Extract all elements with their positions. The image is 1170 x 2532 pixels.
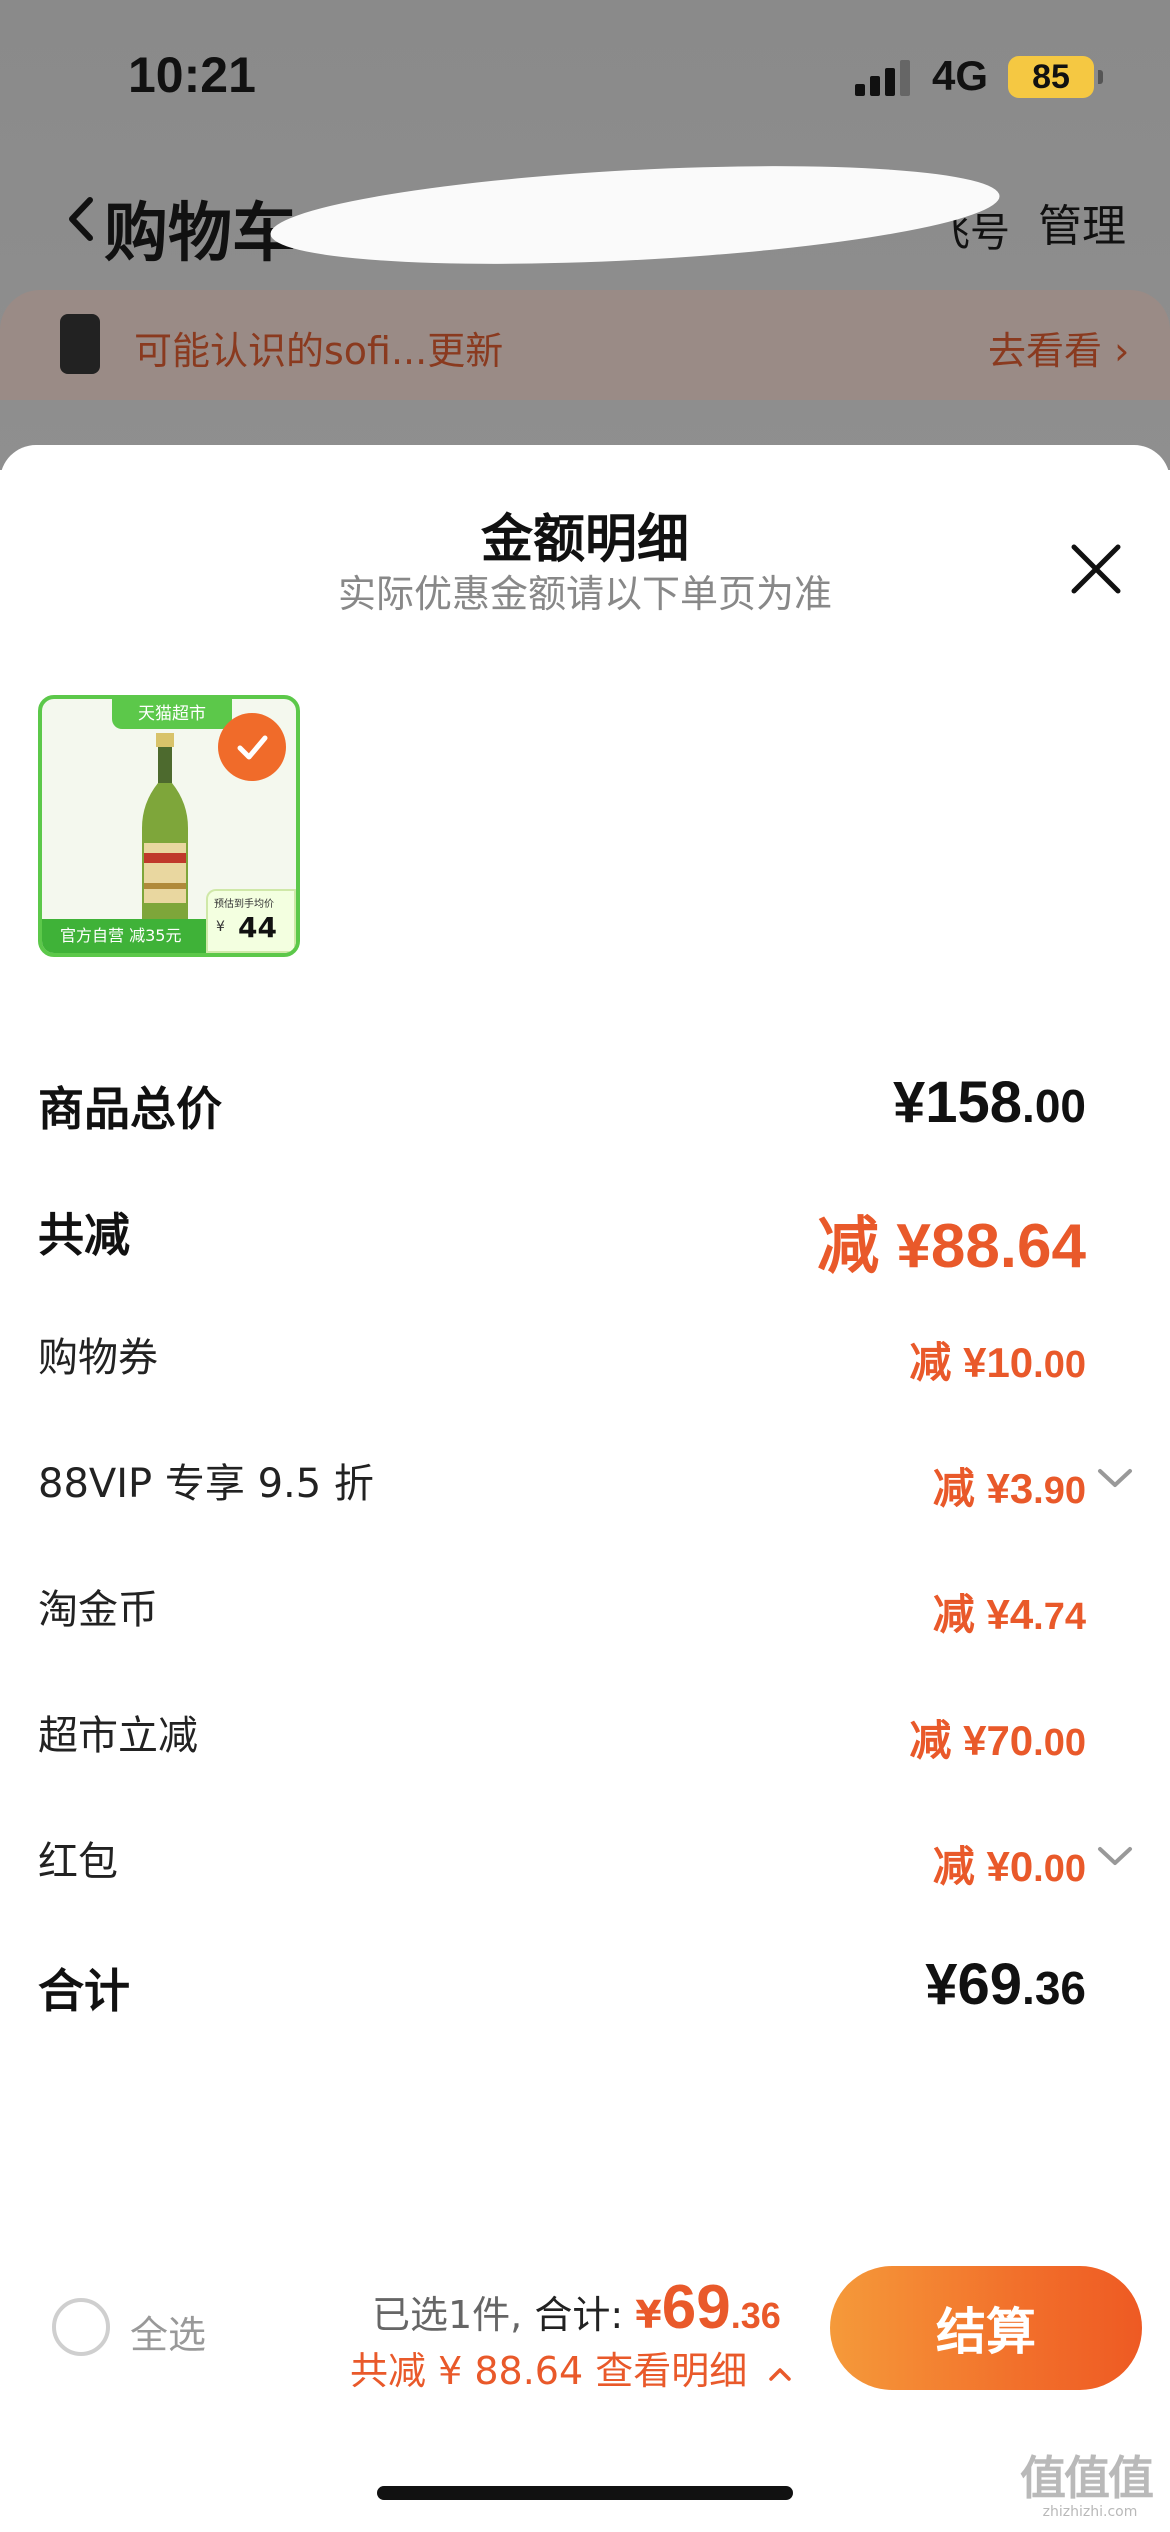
checkout-button[interactable]: 结算: [830, 2266, 1142, 2390]
row-label: 红包: [38, 1839, 118, 1885]
manage-link[interactable]: 管理: [1038, 190, 1126, 254]
store-tag: 天猫超市: [112, 699, 232, 729]
estimated-price-currency: ¥: [216, 919, 225, 935]
notice-text: 可能认识的sofi...更新: [134, 329, 504, 373]
select-all-label[interactable]: 全选: [130, 2304, 206, 2359]
close-icon[interactable]: [1068, 541, 1124, 597]
watermark-glyphs: 值值值: [1020, 2451, 1154, 2505]
chevron-up-icon[interactable]: [767, 2364, 793, 2384]
home-indicator: [377, 2486, 793, 2500]
redaction-mark: [268, 150, 1002, 280]
battery-icon: 85: [1008, 56, 1103, 98]
network-label: 4G: [932, 52, 989, 99]
discount-summary[interactable]: 共减 ¥ 88.64 查看明细: [350, 2340, 793, 2395]
row-label: 88VIP 专享 9.5 折: [38, 1461, 374, 1507]
watermark: 值值值 zhizhizhi.com: [1020, 2442, 1160, 2522]
row-value: ¥69.36: [925, 1952, 1086, 2017]
sheet-subtitle: 实际优惠金额请以下单页为准: [337, 572, 832, 616]
chevron-down-icon[interactable]: [1096, 1841, 1134, 1871]
status-time: 10:21: [128, 47, 256, 103]
row-subtotal: 商品总价 ¥158.00: [0, 1055, 1170, 1155]
row-label: 超市立减: [38, 1713, 198, 1759]
row-red-packet[interactable]: 红包 减 ¥0.00: [0, 1811, 1170, 1911]
status-bar: 10:21 4G 85: [0, 0, 1170, 150]
row-label: 合计: [38, 1964, 130, 2018]
total-int: 69: [661, 2273, 731, 2342]
back-icon[interactable]: [60, 192, 104, 246]
row-label: 购物券: [38, 1335, 158, 1381]
chevron-down-icon[interactable]: [1096, 1463, 1134, 1493]
select-all-radio[interactable]: [52, 2298, 110, 2356]
row-value: 减 ¥10.00: [909, 1339, 1086, 1386]
avatar: [60, 314, 100, 374]
battery-level: 85: [1032, 57, 1070, 96]
row-total-discount: 共减 减 ¥88.64: [0, 1181, 1170, 1281]
row-label: 共减: [38, 1208, 130, 1262]
estimated-price-value: 44: [238, 911, 277, 944]
notice-bar[interactable]: 可能认识的sofi...更新 去看看 ›: [0, 290, 1170, 400]
row-label: 商品总价: [38, 1082, 222, 1136]
amount-details-sheet: 金额明细 实际优惠金额请以下单页为准 天猫超市 官方自营 减35元 预估到手均价…: [0, 445, 1170, 2532]
selected-summary: 已选1件, 合计: ¥69.36: [372, 2272, 781, 2343]
row-value: 减 ¥3.90: [932, 1465, 1086, 1512]
row-label: 淘金币: [38, 1587, 158, 1633]
estimated-price-label: 预估到手均价: [214, 899, 274, 910]
product-thumbnail[interactable]: 天猫超市 官方自营 减35元 预估到手均价 ¥ 44: [38, 695, 300, 957]
promo-tag: 官方自营 减35元: [42, 919, 222, 953]
page-title: 购物车: [104, 197, 296, 271]
row-total: 合计 ¥69.36: [0, 1937, 1170, 2037]
nav-bar: 购物车 飞号 管理: [0, 150, 1170, 280]
check-icon[interactable]: [218, 713, 286, 781]
sheet-title: 金额明细: [480, 510, 689, 570]
row-supermarket-discount: 超市立减 减 ¥70.00: [0, 1685, 1170, 1785]
view-details-link[interactable]: 查看明细: [595, 2349, 747, 2393]
total-cents: .36: [730, 2295, 781, 2336]
row-shopping-coupon: 购物券 减 ¥10.00: [0, 1307, 1170, 1407]
row-value: ¥158.00: [893, 1070, 1086, 1135]
row-value: 减 ¥0.00: [932, 1843, 1086, 1890]
bottle-image: [142, 733, 188, 929]
notice-link[interactable]: 去看看 ›: [988, 320, 1129, 375]
row-value: 减 ¥70.00: [909, 1717, 1086, 1764]
discount-text: 共减 ¥ 88.64: [350, 2349, 584, 2393]
row-88vip[interactable]: 88VIP 专享 9.5 折 减 ¥3.90: [0, 1433, 1170, 1533]
background-page: 10:21 4G 85 购物车 飞号 管理 可能认识的sofi...更新 去看看…: [0, 0, 1170, 470]
row-value: 减 ¥88.64: [817, 1212, 1086, 1281]
signal-icon: [855, 60, 917, 96]
total-label: 合计:: [534, 2293, 624, 2337]
selected-count: 已选1件,: [372, 2293, 523, 2337]
row-value: 减 ¥4.74: [932, 1591, 1086, 1638]
estimated-price-card: 预估到手均价 ¥ 44: [206, 889, 296, 953]
row-taojinbi: 淘金币 减 ¥4.74: [0, 1559, 1170, 1659]
total-currency: ¥: [635, 2293, 662, 2337]
